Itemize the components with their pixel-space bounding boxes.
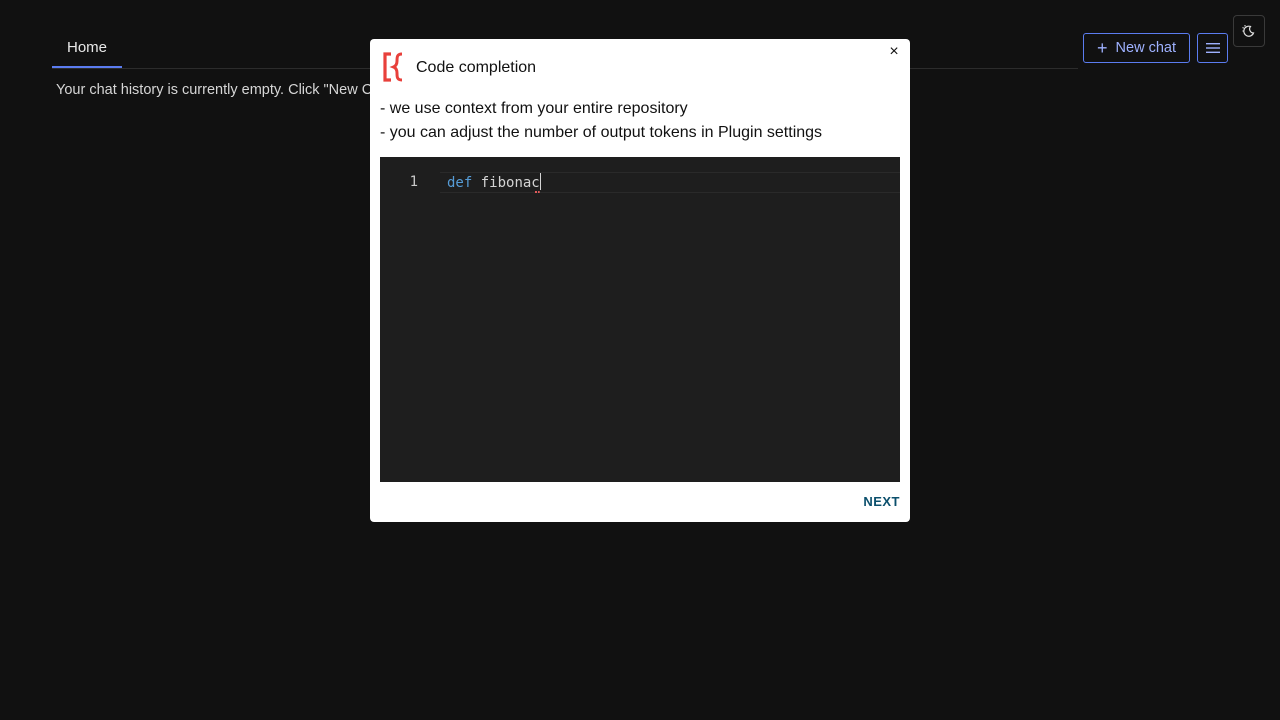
- code-editor-demo: 1 def fibonac: [380, 157, 900, 482]
- text-cursor: [539, 173, 541, 190]
- hamburger-icon: [1205, 43, 1220, 53]
- refact-logo-icon: [383, 52, 403, 82]
- close-icon[interactable]: ×: [886, 43, 902, 61]
- code-completion-modal: × Code completion - we use context from …: [370, 39, 910, 522]
- spell-squiggle: [535, 189, 540, 193]
- theme-toggle-button[interactable]: [1233, 15, 1265, 47]
- theme-toggle-icon: [1242, 25, 1255, 37]
- menu-button[interactable]: [1197, 33, 1228, 63]
- modal-title: Code completion: [416, 59, 537, 76]
- app-root: Home Your chat history is currently empt…: [0, 0, 1280, 720]
- code-line: def fibonac: [447, 173, 541, 192]
- description-line: - you can adjust the number of output to…: [380, 124, 823, 141]
- chat-history-empty-text: Your chat history is currently empty. Cl…: [56, 82, 373, 98]
- new-chat-label: New chat: [1115, 40, 1176, 56]
- tab-home[interactable]: Home: [52, 30, 122, 68]
- plus-icon: +: [1097, 38, 1108, 58]
- modal-description: - we use context from your entire reposi…: [380, 97, 822, 145]
- code-text: fibonac: [472, 175, 540, 191]
- new-chat-button[interactable]: + New chat: [1083, 33, 1190, 63]
- description-line: - we use context from your entire reposi…: [380, 100, 688, 117]
- code-keyword: def: [447, 175, 473, 191]
- line-number: 1: [409, 174, 418, 190]
- next-button[interactable]: NEXT: [863, 494, 900, 509]
